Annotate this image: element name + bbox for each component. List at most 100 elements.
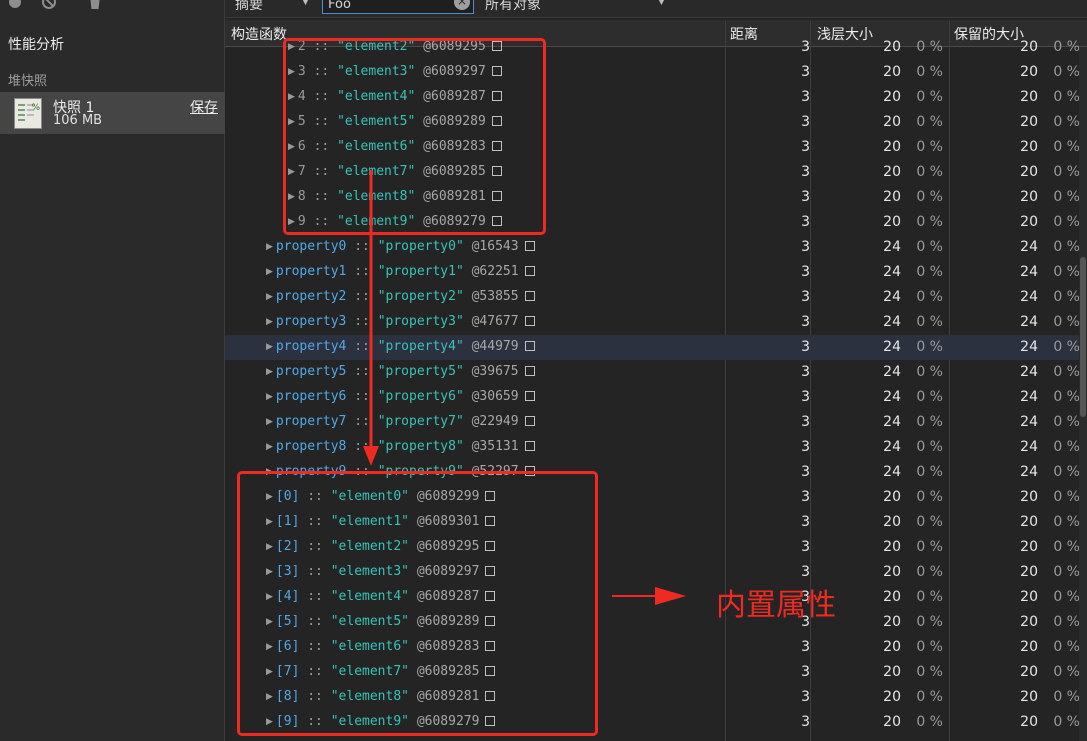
objects-select[interactable]: 所有对象 (485, 0, 541, 14)
expand-triangle-icon[interactable]: ▶ (288, 67, 295, 77)
store-as-global-icon[interactable] (485, 641, 496, 651)
expand-triangle-icon[interactable]: ▶ (288, 92, 295, 102)
table-row[interactable]: ▶ property9 :: "property9" @52297 3 24 0 % 24… (225, 460, 1087, 485)
expand-triangle-icon[interactable]: ▶ (266, 517, 273, 527)
vertical-scrollbar[interactable] (1079, 47, 1087, 741)
row-object-id: @6089289 (416, 614, 480, 629)
table-row[interactable]: ▶ 5 :: "element5" @6089289 3 20 0 % 20 0 % (225, 110, 1087, 135)
store-as-global-icon[interactable] (485, 541, 496, 551)
store-as-global-icon[interactable] (524, 266, 535, 276)
expand-triangle-icon[interactable]: ▶ (288, 192, 295, 202)
expand-triangle-icon[interactable]: ▶ (266, 317, 273, 327)
clear-icon[interactable] (41, 0, 57, 10)
store-as-global-icon[interactable] (524, 466, 535, 476)
table-row[interactable]: ▶ 9 :: "element9" @6089279 3 20 0 % 20 0 % (225, 210, 1087, 235)
store-as-global-icon[interactable] (491, 66, 502, 76)
store-as-global-icon[interactable] (491, 141, 502, 151)
store-as-global-icon[interactable] (485, 666, 496, 676)
row-object-id: @52297 (471, 464, 519, 479)
expand-triangle-icon[interactable]: ▶ (266, 367, 273, 377)
store-as-global-icon[interactable] (524, 416, 535, 426)
expand-triangle-icon[interactable]: ▶ (266, 642, 273, 652)
table-row[interactable]: ▶ property6 :: "property6" @30659 3 24 0 % 24… (225, 385, 1087, 410)
expand-triangle-icon[interactable]: ▶ (266, 342, 273, 352)
table-row[interactable]: ▶ property7 :: "property7" @22949 3 24 0 % 24… (225, 410, 1087, 435)
expand-triangle-icon[interactable]: ▶ (266, 667, 273, 677)
expand-triangle-icon[interactable]: ▶ (266, 617, 273, 627)
store-as-global-icon[interactable] (491, 91, 502, 101)
store-as-global-icon[interactable] (491, 41, 502, 51)
store-as-global-icon[interactable] (485, 591, 496, 601)
store-as-global-icon[interactable] (485, 616, 496, 626)
class-filter-input[interactable] (322, 0, 474, 14)
table-row[interactable]: ▶ property1 :: "property1" @62251 3 24 0 % 24… (225, 260, 1087, 285)
table-row[interactable]: ▶ [9] :: "element9" @6089279 3 20 0 % 20 0 % (225, 710, 1087, 735)
store-as-global-icon[interactable] (524, 366, 535, 376)
table-row[interactable]: ▶ property4 :: "property4" @44979 3 24 0 % 24… (225, 335, 1087, 360)
table-row[interactable]: ▶ 2 :: "element2" @6089295 3 20 0 % 20 0 % (225, 35, 1087, 60)
expand-triangle-icon[interactable]: ▶ (288, 142, 295, 152)
view-dropdown-arrow-icon[interactable]: ▼ (302, 0, 309, 7)
expand-triangle-icon[interactable]: ▶ (288, 217, 295, 227)
table-row[interactable]: ▶ property0 :: "property0" @16543 3 24 0 % 24… (225, 235, 1087, 260)
store-as-global-icon[interactable] (485, 716, 496, 726)
scrollbar-thumb[interactable] (1080, 257, 1086, 417)
store-as-global-icon[interactable] (524, 391, 535, 401)
expand-triangle-icon[interactable]: ▶ (266, 242, 273, 252)
objects-dropdown-arrow-icon[interactable]: ▼ (658, 0, 665, 7)
expand-triangle-icon[interactable]: ▶ (266, 292, 273, 302)
expand-triangle-icon[interactable]: ▶ (266, 592, 273, 602)
save-snapshot-link[interactable]: 保存 (190, 97, 218, 117)
table-row[interactable]: ▶ [7] :: "element7" @6089285 3 20 0 % 20 0 % (225, 660, 1087, 685)
table-row[interactable]: ▶ property2 :: "property2" @53855 3 24 0 % 24… (225, 285, 1087, 310)
store-as-global-icon[interactable] (524, 441, 535, 451)
expand-triangle-icon[interactable]: ▶ (288, 167, 295, 177)
row-value: "property0" (377, 239, 464, 254)
store-as-global-icon[interactable] (524, 241, 535, 251)
store-as-global-icon[interactable] (485, 566, 496, 576)
store-as-global-icon[interactable] (485, 516, 496, 526)
store-as-global-icon[interactable] (524, 341, 535, 351)
table-row[interactable]: ▶ 8 :: "element8" @6089281 3 20 0 % 20 0 % (225, 185, 1087, 210)
expand-triangle-icon[interactable]: ▶ (266, 417, 273, 427)
expand-triangle-icon[interactable]: ▶ (266, 442, 273, 452)
expand-triangle-icon[interactable]: ▶ (266, 267, 273, 277)
table-row[interactable]: ▶ property3 :: "property3" @47677 3 24 0 % 24… (225, 310, 1087, 335)
store-as-global-icon[interactable] (485, 491, 496, 501)
table-row[interactable]: ▶ 4 :: "element4" @6089287 3 20 0 % 20 0 % (225, 85, 1087, 110)
expand-triangle-icon[interactable]: ▶ (288, 117, 295, 127)
table-row[interactable]: ▶ property8 :: "property8" @35131 3 24 0 % 24… (225, 435, 1087, 460)
table-row[interactable]: ▶ property5 :: "property5" @39675 3 24 0 % 24… (225, 360, 1087, 385)
expand-triangle-icon[interactable]: ▶ (266, 492, 273, 502)
table-row[interactable]: ▶ [8] :: "element8" @6089281 3 20 0 % 20 0 % (225, 685, 1087, 710)
table-row[interactable]: ▶ [3] :: "element3" @6089297 3 20 0 % 20 0 % (225, 560, 1087, 585)
row-object-id: @6089281 (423, 189, 486, 204)
table-row[interactable]: ▶ [6] :: "element6" @6089283 3 20 0 % 20 0 % (225, 635, 1087, 660)
view-select[interactable]: 摘要 (235, 0, 263, 14)
table-row[interactable]: ▶ [1] :: "element1" @6089301 3 20 0 % 20 0 % (225, 510, 1087, 535)
store-as-global-icon[interactable] (491, 166, 502, 176)
expand-triangle-icon[interactable]: ▶ (288, 42, 295, 52)
expand-triangle-icon[interactable]: ▶ (266, 717, 273, 727)
expand-triangle-icon[interactable]: ▶ (266, 467, 273, 477)
table-row[interactable]: ▶ 3 :: "element3" @6089297 3 20 0 % 20 0 % (225, 60, 1087, 85)
store-as-global-icon[interactable] (491, 116, 502, 126)
record-icon[interactable] (7, 0, 23, 10)
table-row[interactable]: ▶ [2] :: "element2" @6089295 3 20 0 % 20 0 % (225, 535, 1087, 560)
expand-triangle-icon[interactable]: ▶ (266, 542, 273, 552)
snapshot-item[interactable]: % 快照 1 106 MB 保存 (0, 92, 225, 134)
store-as-global-icon[interactable] (485, 691, 496, 701)
expand-triangle-icon[interactable]: ▶ (266, 567, 273, 577)
table-row[interactable]: ▶ [5] :: "element5" @6089289 3 20 0 % 20 0 % (225, 610, 1087, 635)
table-row[interactable]: ▶ 7 :: "element7" @6089285 3 20 0 % 20 0 % (225, 160, 1087, 185)
expand-triangle-icon[interactable]: ▶ (266, 692, 273, 702)
store-as-global-icon[interactable] (524, 291, 535, 301)
collect-garbage-icon[interactable] (87, 0, 103, 10)
table-row[interactable]: ▶ [4] :: "element4" @6089287 3 20 0 % 20 0 % (225, 585, 1087, 610)
store-as-global-icon[interactable] (491, 191, 502, 201)
table-row[interactable]: ▶ [0] :: "element0" @6089299 3 20 0 % 20 0 % (225, 485, 1087, 510)
expand-triangle-icon[interactable]: ▶ (266, 392, 273, 402)
store-as-global-icon[interactable] (491, 216, 502, 226)
store-as-global-icon[interactable] (524, 316, 535, 326)
table-row[interactable]: ▶ 6 :: "element6" @6089283 3 20 0 % 20 0 % (225, 135, 1087, 160)
